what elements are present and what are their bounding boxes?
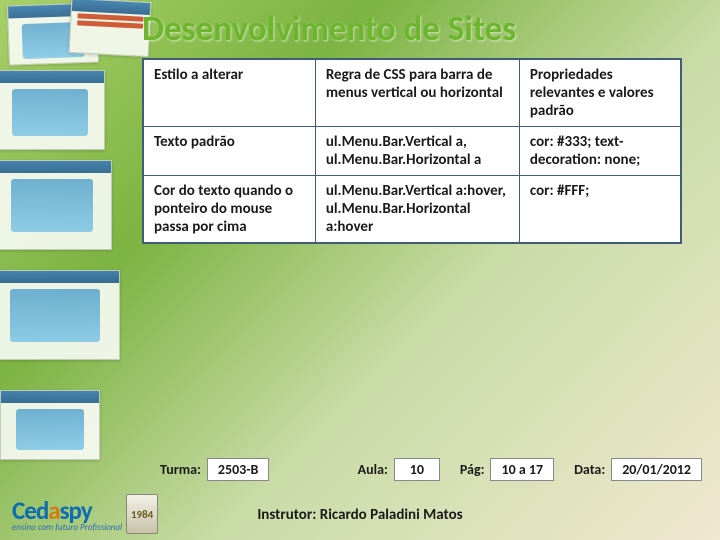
data-label: Data: [574,461,605,478]
turma-value: 2503-B [207,458,270,481]
instructor-label: Instrutor: [257,506,316,524]
cell-rule: ul.Menu.Bar.Vertical a:hover, ul.Menu.Ba… [315,176,519,243]
bg-thumb [0,270,120,360]
data-value: 20/01/2012 [611,458,702,481]
background-thumbnails [0,0,140,540]
table-row: Cor do texto quando o ponteiro do mouse … [144,176,681,243]
pag-label: Pág: [460,461,485,478]
footer-meta: Turma: 2503-B Aula: 10 Pág: 10 a 17 Data… [160,458,702,481]
slide-title: Desenvolvimento de Sites [142,8,700,50]
brand-tagline: ensino com futuro Profissional [12,522,122,533]
cell-style: Cor do texto quando o ponteiro do mouse … [144,176,316,243]
cell-props: cor: #FFF; [519,176,680,243]
bg-thumb [0,390,100,460]
pag-value: 10 a 17 [490,458,554,481]
bg-thumb [0,160,112,250]
cell-style: Texto padrão [144,127,316,176]
th-rule: Regra de CSS para barra de menus vertica… [315,60,519,127]
cell-props: cor: #333; text-decoration: none; [519,127,680,176]
th-style: Estilo a alterar [144,60,316,127]
aula-label: Aula: [358,461,388,478]
turma-label: Turma: [160,461,201,478]
aula-value: 10 [394,458,440,481]
brand-badge-icon: 1984 [126,494,158,534]
table-row: Texto padrão ul.Menu.Bar.Vertical a, ul.… [144,127,681,176]
css-rules-table: Estilo a alterar Regra de CSS para barra… [142,58,682,244]
instructor-name: Ricardo Paladini Matos [320,506,463,524]
th-props: Propriedades relevantes e valores padrão [519,60,680,127]
bg-thumb [69,0,152,57]
bg-thumb [0,70,105,150]
brand-logo: Cedaspy ensino com futuro Profissional 1… [12,494,158,534]
cell-rule: ul.Menu.Bar.Vertical a, ul.Menu.Bar.Hori… [315,127,519,176]
